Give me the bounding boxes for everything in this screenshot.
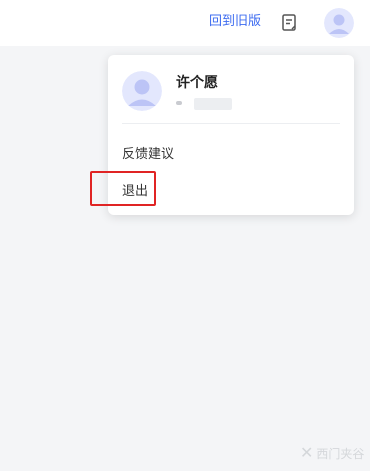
menu-item-feedback[interactable]: 反馈建议 [122,143,174,162]
menu-divider [122,123,340,124]
logout-highlight-box [90,171,156,206]
back-to-old-version-link[interactable]: 回到旧版 [209,13,261,31]
watermark-logo-icon: ✕ [300,443,314,462]
watermark: ✕ 西门夹谷 [300,443,364,462]
watermark-text: 西门夹谷 [316,447,365,461]
profile-avatar-icon [122,71,162,111]
user-avatar-icon[interactable] [324,8,354,38]
top-bar: 回到旧版 [0,0,370,46]
document-edit-icon[interactable] [282,14,298,32]
masked-account-info [176,98,232,110]
user-name: 许个愿 [176,75,218,91]
